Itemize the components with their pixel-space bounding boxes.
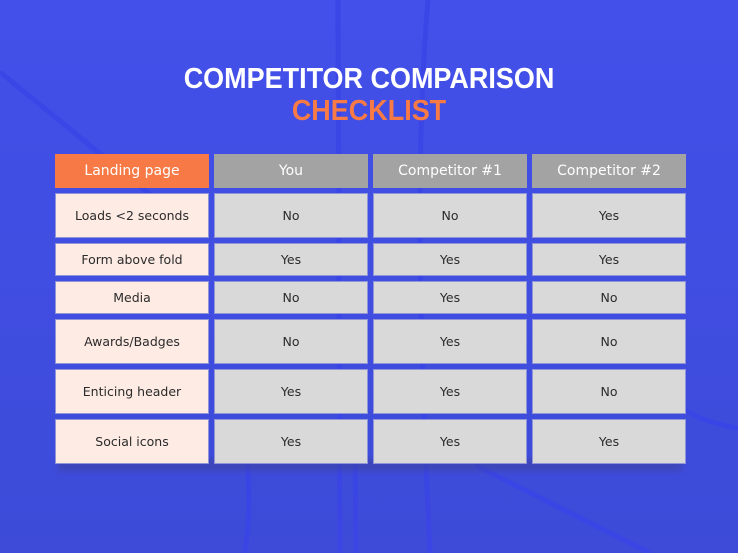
feature-cell: Enticing header [55,369,209,414]
value-cell-you: Yes [214,419,368,464]
value-cell-you: No [214,193,368,238]
feature-cell: Social icons [55,419,209,464]
bg-line [683,407,738,431]
comparison-table: Landing page You Competitor #1 Competito… [55,154,686,464]
value-cell-competitor-1: Yes [373,369,527,414]
header-landing-page: Landing page [55,154,209,188]
value-cell-you: No [214,319,368,364]
feature-cell: Loads <2 seconds [55,193,209,238]
title-main: COMPETITOR COMPARISON [183,63,555,95]
header-you: You [214,154,368,188]
value-cell-competitor-1: Yes [373,419,527,464]
value-cell-competitor-1: Yes [373,281,527,314]
value-cell-competitor-2: Yes [532,243,686,276]
feature-cell: Awards/Badges [55,319,209,364]
value-cell-you: Yes [214,243,368,276]
value-cell-competitor-1: No [373,193,527,238]
header-competitor-2: Competitor #2 [532,154,686,188]
feature-cell: Form above fold [55,243,209,276]
value-cell-competitor-2: No [532,281,686,314]
value-cell-competitor-2: Yes [532,419,686,464]
feature-cell: Media [55,281,209,314]
bg-line [473,462,652,553]
title-sub: CHECKLIST [291,95,447,127]
value-cell-competitor-2: Yes [532,193,686,238]
value-cell-competitor-1: Yes [373,319,527,364]
value-cell-you: No [214,281,368,314]
value-cell-you: Yes [214,369,368,414]
value-cell-competitor-1: Yes [373,243,527,276]
value-cell-competitor-2: No [532,369,686,414]
value-cell-competitor-2: No [532,319,686,364]
header-competitor-1: Competitor #1 [373,154,527,188]
